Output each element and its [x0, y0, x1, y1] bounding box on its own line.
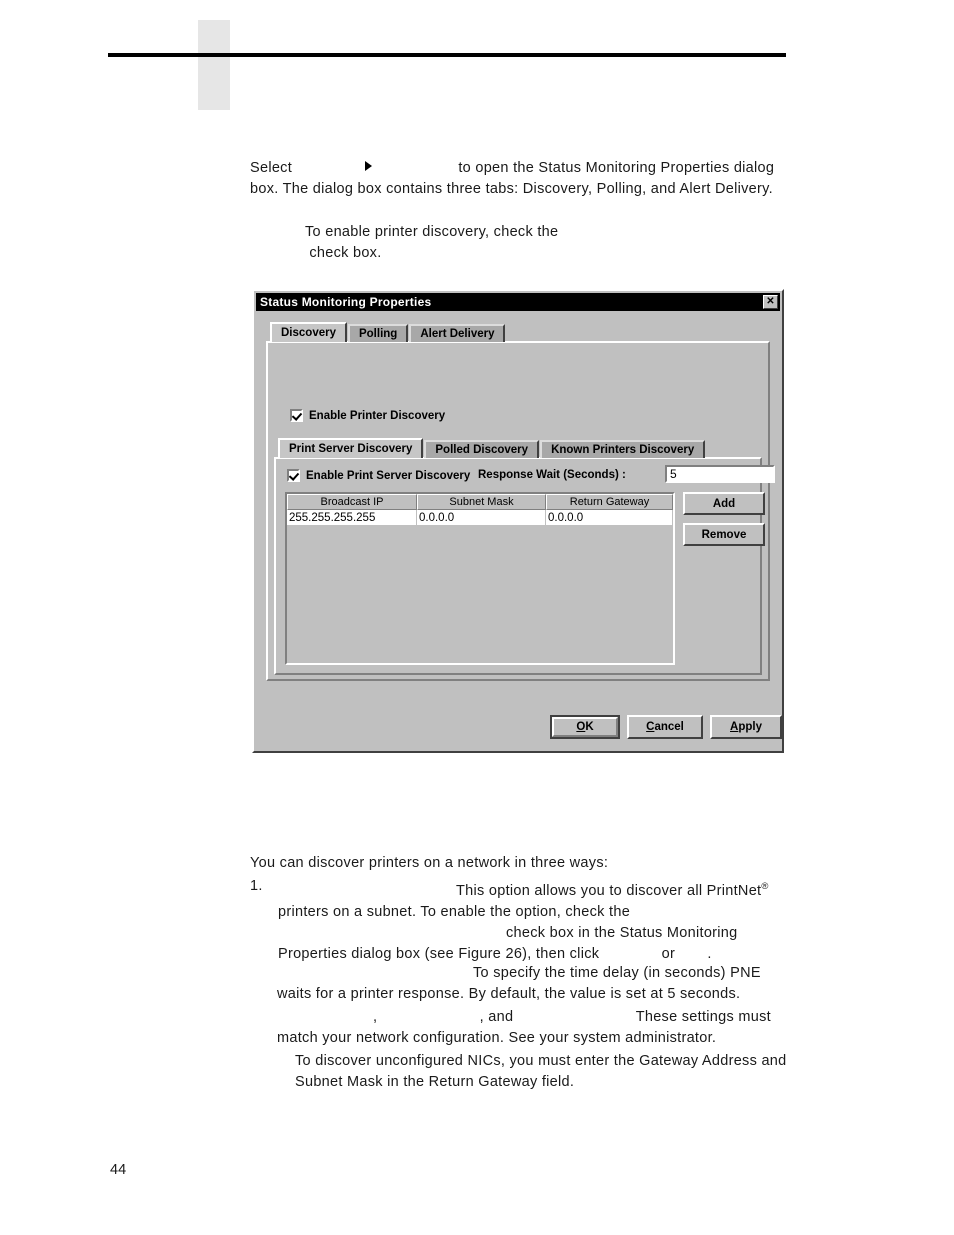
print-server-discovery-panel: Enable Print Server Discovery Response W…: [274, 457, 775, 675]
response-wait-paragraph: To specify the time delay (in seconds) P…: [277, 963, 790, 1005]
ok-button[interactable]: OK: [550, 715, 620, 739]
cancel-button-label: Cancel: [646, 721, 684, 733]
note-enable-line1: To enable printer discovery, check the: [305, 224, 559, 240]
header-gray-block: [198, 20, 230, 110]
right-triangle-icon: [364, 161, 372, 171]
response-wait-label: Response Wait (Seconds) :: [478, 469, 626, 481]
checkbox-glyph-enable-printer-discovery[interactable]: [290, 409, 303, 422]
cancel-button[interactable]: Cancel: [627, 715, 703, 739]
column-header-broadcast-ip[interactable]: Broadcast IP: [287, 494, 417, 510]
note-enable-discovery: To enable printer discovery, check the c…: [305, 222, 735, 264]
tab-polled-discovery-label: Polled Discovery: [435, 444, 529, 456]
close-icon[interactable]: ✕: [763, 295, 778, 309]
checkbox-enable-printer-discovery[interactable]: Enable Printer Discovery: [290, 409, 445, 422]
response-wait-input[interactable]: 5: [665, 465, 775, 483]
item1-seg4: or: [661, 945, 676, 962]
tab-discovery[interactable]: Discovery: [270, 322, 347, 342]
checkbox-label-enable-printer-discovery: Enable Printer Discovery: [309, 409, 446, 422]
page-number: 44: [110, 1162, 127, 1178]
item1-seg5: .: [707, 945, 712, 962]
ok-button-label: OK: [576, 721, 594, 733]
add-button[interactable]: Add: [683, 492, 765, 515]
broadcast-address-listview[interactable]: Broadcast IP Subnet Mask Return Gateway …: [285, 492, 675, 665]
column-header-subnet-mask[interactable]: Subnet Mask: [417, 494, 546, 510]
response-wait-paragraph-text: To specify the time delay (in seconds) P…: [277, 965, 761, 1002]
dialog-title-bar[interactable]: Status Monitoring Properties ✕: [256, 293, 780, 311]
listview-header-row: Broadcast IP Subnet Mask Return Gateway: [287, 494, 673, 510]
tab-known-printers-discovery-label: Known Printers Discovery: [551, 444, 695, 456]
discovery-tab-panel: Enable Printer Discovery Print Server Di…: [266, 341, 775, 681]
checkbox-label-enable-print-server-discovery: Enable Print Server Discovery: [306, 469, 471, 482]
remove-button[interactable]: Remove: [683, 523, 765, 546]
cell-broadcast-ip: 255.255.255.255: [287, 510, 417, 525]
tab-polling[interactable]: Polling: [347, 324, 409, 342]
note-enable-line2: check box.: [309, 245, 382, 261]
dialog-title: Status Monitoring Properties: [260, 295, 432, 309]
tab-print-server-discovery-label: Print Server Discovery: [289, 443, 413, 455]
table-row[interactable]: 255.255.255.255 0.0.0.0 0.0.0.0: [287, 510, 673, 525]
discover-ways-heading: You can discover printers on a network i…: [250, 853, 790, 874]
apply-button-label: Apply: [730, 721, 762, 733]
intro-after-menu: to open the Status Monitoring Properties…: [250, 160, 775, 197]
column-header-return-gateway[interactable]: Return Gateway: [546, 494, 673, 510]
ok-button-face: OK: [552, 717, 618, 737]
discover-ways-heading-text: You can discover printers on a network i…: [250, 855, 609, 871]
list-item-number: 1.: [250, 878, 263, 894]
list-item-body: This option allows you to discover all P…: [278, 876, 795, 965]
settings-comma2: , and: [479, 1009, 514, 1025]
registered-mark: ®: [761, 881, 769, 892]
tab-known-printers-discovery[interactable]: Known Printers Discovery: [540, 440, 706, 458]
checkbox-glyph-enable-print-server-discovery[interactable]: [287, 469, 300, 482]
apply-button[interactable]: Apply: [710, 715, 782, 739]
tab-discovery-label: Discovery: [281, 327, 336, 339]
settings-comma1: ,: [373, 1009, 378, 1025]
status-monitoring-properties-dialog[interactable]: Status Monitoring Properties ✕ Discovery…: [252, 289, 784, 753]
tab-print-server-discovery[interactable]: Print Server Discovery: [278, 438, 424, 458]
tab-polled-discovery[interactable]: Polled Discovery: [424, 440, 540, 458]
intro-before-menu: Select: [250, 160, 293, 176]
intro-paragraph: Select to open the Status Monitoring Pro…: [250, 158, 790, 200]
network-settings-paragraph: , , and These settings must match your n…: [277, 1007, 790, 1049]
item1-seg1: This option allows you to discover all P…: [456, 882, 762, 899]
note-unconfigured-nics-text: To discover unconfigured NICs, you must …: [295, 1053, 787, 1090]
outer-tab-strip[interactable]: Discovery Polling Alert Delivery: [270, 322, 506, 342]
tab-alert-delivery[interactable]: Alert Delivery: [409, 324, 506, 342]
note-unconfigured-nics: To discover unconfigured NICs, you must …: [295, 1051, 790, 1093]
tab-polling-label: Polling: [358, 328, 398, 340]
settings-paragraph-text: These settings must match your network c…: [277, 1009, 771, 1046]
cell-return-gateway: 0.0.0.0: [546, 510, 673, 525]
list-item: 1. This option allows you to discover al…: [250, 876, 795, 965]
item1-seg2: printers on a subnet. To enable the opti…: [278, 903, 631, 920]
checkbox-enable-print-server-discovery[interactable]: Enable Print Server Discovery: [287, 469, 470, 482]
header-horizontal-rule: [108, 53, 786, 57]
inner-tab-strip[interactable]: Print Server Discovery Polled Discovery …: [278, 438, 706, 458]
tab-alert-delivery-label: Alert Delivery: [420, 328, 495, 340]
cell-subnet-mask: 0.0.0.0: [417, 510, 546, 525]
